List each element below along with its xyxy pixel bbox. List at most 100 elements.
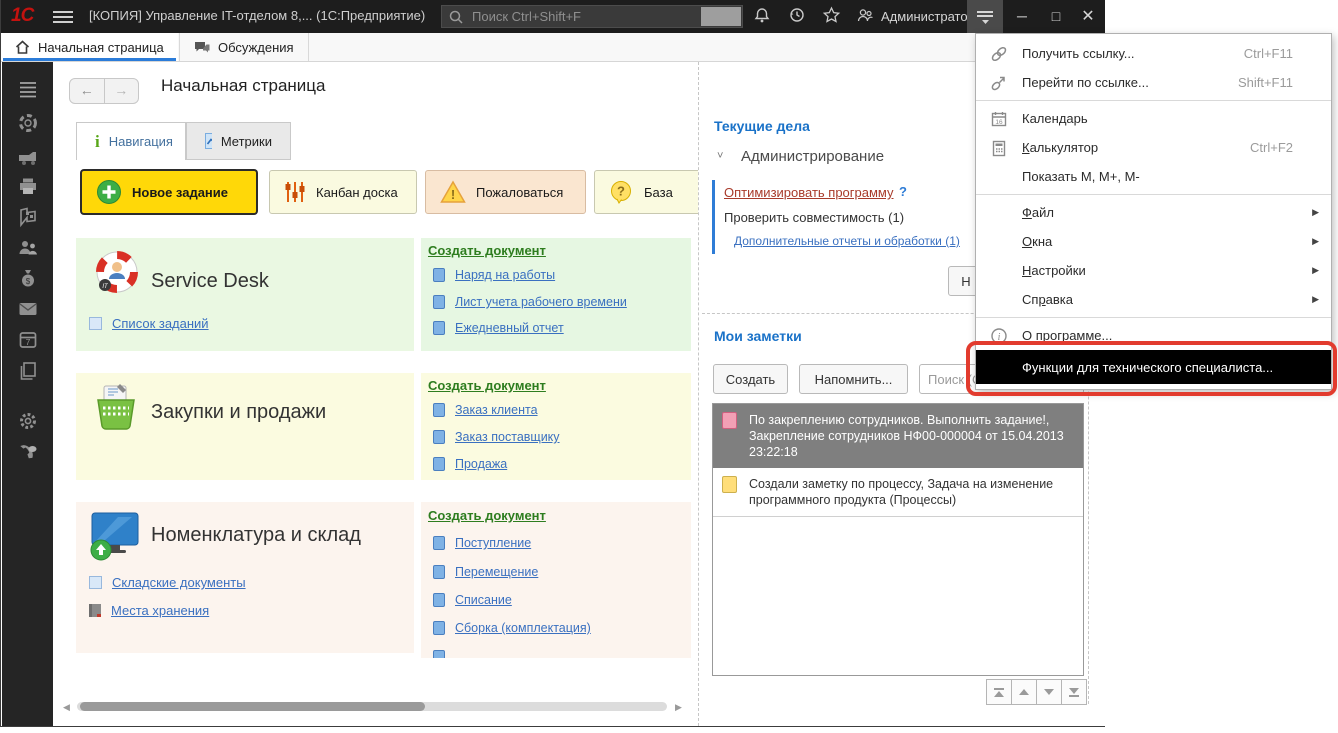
note-remind-label: Напомнить...: [815, 372, 893, 387]
note-create-button[interactable]: Создать: [713, 364, 788, 394]
main-sections-menu-icon[interactable]: [53, 8, 73, 24]
create-document-heading[interactable]: Создать документ: [428, 243, 546, 258]
1c-logo-icon: 1С: [11, 5, 33, 27]
svg-text:i: i: [998, 332, 1001, 343]
go-next-button[interactable]: [1036, 679, 1062, 705]
menu-item-file[interactable]: Файл ▶: [976, 198, 1331, 227]
go-first-button[interactable]: [986, 679, 1012, 705]
tab-navigation[interactable]: i Навигация: [76, 122, 186, 160]
chevron-down-icon[interactable]: ˅: [717, 150, 723, 162]
calendar-7-icon[interactable]: 7: [17, 329, 39, 351]
create-link[interactable]: Перемещение: [455, 565, 538, 579]
tab-home-page[interactable]: Начальная страница: [1, 33, 178, 61]
administration-group-label[interactable]: Администрирование: [741, 148, 884, 165]
documents-icon[interactable]: [17, 360, 39, 382]
create-document-heading[interactable]: Создать документ: [428, 378, 546, 393]
tab-metrics[interactable]: Метрики: [186, 122, 291, 160]
global-search-box[interactable]: [441, 5, 743, 28]
menu-item-windows[interactable]: Окна ▶: [976, 227, 1331, 256]
campaigns-mail-icon[interactable]: [17, 298, 39, 320]
create-link[interactable]: Ежедневный отчет: [455, 321, 564, 335]
additional-reports-link[interactable]: Дополнительные отчеты и обработки (1): [734, 234, 960, 248]
scroll-left-arrow[interactable]: ◀: [63, 702, 70, 713]
desktop-menu-icon[interactable]: [17, 78, 39, 100]
employees-icon[interactable]: [17, 237, 39, 259]
new-task-button[interactable]: Новое задание: [81, 170, 257, 214]
scrollbar-thumb[interactable]: [80, 702, 425, 711]
menu-item-help[interactable]: Справка ▶: [976, 285, 1331, 314]
notifications-bell-icon[interactable]: [749, 6, 775, 28]
kanban-board-button[interactable]: Канбан доска: [269, 170, 417, 214]
complain-button[interactable]: ! Пожаловаться: [425, 170, 586, 214]
search-input[interactable]: [470, 8, 704, 25]
menu-item-tech-functions[interactable]: Функции для технического специалиста...: [976, 350, 1331, 384]
kanban-sliders-icon: [284, 180, 306, 204]
metrics-chart-icon: [205, 133, 212, 149]
vehicle-icon[interactable]: [17, 147, 39, 169]
menu-label: Калькулятор: [1022, 140, 1098, 155]
favorites-star-icon[interactable]: [818, 6, 844, 28]
storage-link[interactable]: Места хранения: [111, 603, 209, 618]
create-link[interactable]: Сборка (комплектация): [455, 621, 591, 635]
close-button[interactable]: ✕: [1071, 0, 1105, 33]
create-link[interactable]: Поступление: [455, 536, 531, 550]
note-icon: [722, 476, 737, 493]
document-icon: [433, 536, 445, 550]
printer-icon[interactable]: [17, 176, 39, 198]
search-grip[interactable]: [701, 7, 741, 26]
note-remind-button[interactable]: Напомнить...: [799, 364, 908, 394]
tab-discussions[interactable]: Обсуждения: [179, 33, 309, 61]
follow-link-icon: [976, 74, 1022, 92]
create-link[interactable]: Лист учета рабочего времени: [455, 295, 627, 309]
purchases-card: Закупки и продажи: [76, 373, 414, 480]
main-menu-button[interactable]: [967, 0, 1003, 33]
money-bag-icon[interactable]: $: [17, 267, 39, 289]
forward-button[interactable]: →: [105, 79, 139, 103]
navigation-info-icon: i: [95, 132, 100, 152]
menu-item-calendar[interactable]: 16 Календарь: [976, 104, 1331, 133]
task-list-icon: [89, 317, 102, 330]
menu-separator: [976, 100, 1331, 101]
menu-item-get-link[interactable]: Получить ссылку... Ctrl+F11: [976, 39, 1331, 68]
minimize-button[interactable]: ─: [1005, 0, 1039, 33]
current-user-label[interactable]: Администратор: [881, 9, 975, 24]
svg-text:16: 16: [995, 119, 1003, 126]
phone-chat-icon[interactable]: [17, 443, 39, 465]
knowledge-base-button[interactable]: ? База: [594, 170, 698, 214]
go-prev-button[interactable]: [1011, 679, 1037, 705]
menu-item-follow-link[interactable]: Перейти по ссылке... Shift+F11: [976, 68, 1331, 97]
tab-home-label: Начальная страница: [38, 40, 164, 55]
scroll-right-arrow[interactable]: ▶: [675, 702, 682, 713]
menu-item-about[interactable]: i О программе...: [976, 321, 1331, 350]
menu-item-show-m[interactable]: Показать М, М+, М-: [976, 162, 1331, 191]
note-item[interactable]: По закреплению сотрудников. Выполнить за…: [713, 404, 1083, 468]
create-link[interactable]: Заказ поставщику: [455, 430, 560, 444]
menu-item-calculator[interactable]: Калькулятор Ctrl+F2: [976, 133, 1331, 162]
service-desk-icon[interactable]: [17, 112, 39, 134]
create-link[interactable]: Наряд на работы: [455, 268, 555, 282]
history-icon[interactable]: [784, 6, 810, 28]
notes-nav-buttons: [987, 679, 1087, 705]
settings-gear-icon[interactable]: [17, 410, 39, 432]
optimize-program-link[interactable]: Оптимизировать программу: [724, 185, 894, 200]
menu-label: Функции для технического специалиста...: [1022, 360, 1273, 375]
optimize-help-icon[interactable]: ?: [899, 184, 907, 199]
svg-text:7: 7: [26, 337, 31, 347]
create-document-heading[interactable]: Создать документ: [428, 508, 546, 523]
create-link[interactable]: Заказ клиента: [455, 403, 538, 417]
note-item[interactable]: Создали заметку по процессу, Задача на и…: [713, 468, 1083, 517]
users-icon[interactable]: [852, 6, 878, 28]
task-list-link[interactable]: Список заданий: [112, 316, 209, 331]
map-flag-icon[interactable]: [17, 206, 39, 228]
back-button[interactable]: ←: [70, 79, 105, 103]
horizontal-scrollbar[interactable]: [77, 702, 667, 711]
menu-item-settings[interactable]: Настройки ▶: [976, 256, 1331, 285]
go-last-button[interactable]: [1061, 679, 1087, 705]
storage-book-icon: [89, 604, 101, 617]
menu-label: Показать М, М+, М-: [1022, 169, 1140, 184]
maximize-button[interactable]: □: [1039, 0, 1073, 33]
create-link[interactable]: Продажа: [455, 457, 507, 471]
warehouse-docs-link[interactable]: Складские документы: [112, 575, 246, 590]
create-link[interactable]: Списание: [455, 593, 512, 607]
search-icon: [448, 9, 464, 25]
